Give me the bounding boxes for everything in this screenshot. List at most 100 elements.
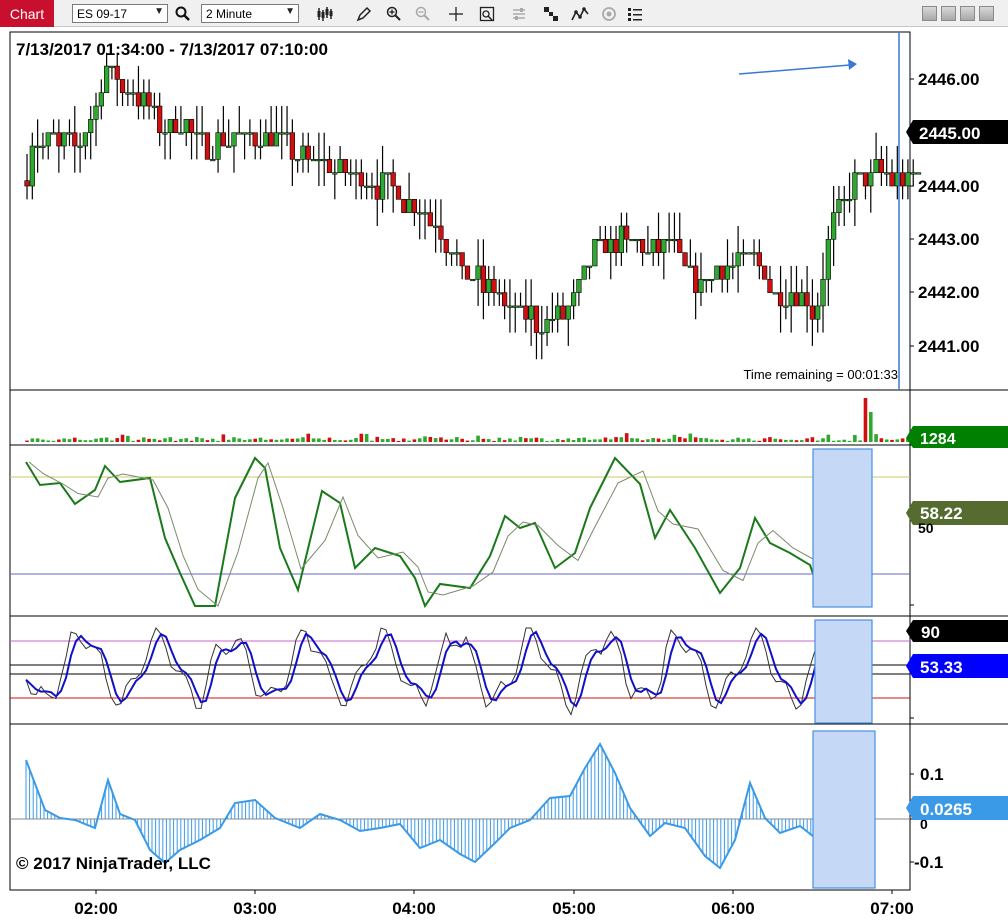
volume-bar — [752, 440, 756, 442]
chart-area[interactable]: 7/13/2017 01:34:00 - 7/13/2017 07:10:00 … — [0, 28, 1008, 922]
price-bar-body — [878, 159, 884, 173]
time-axis[interactable]: 02:00 03:00 04:00 05:00 06:00 07:00 — [74, 890, 914, 918]
price-bar-body — [146, 92, 152, 107]
highlight-box[interactable] — [814, 619, 873, 724]
price-bar-body — [831, 212, 837, 240]
price-bar-body — [433, 225, 439, 228]
price-bar-body — [194, 132, 200, 135]
price-bar-body — [724, 265, 731, 280]
zoom-out-icon[interactable] — [412, 3, 434, 25]
price-tick: 2441.00 — [918, 337, 979, 356]
pencil-icon[interactable] — [353, 3, 375, 25]
price-bar-body — [687, 265, 693, 268]
window-button-1[interactable] — [922, 6, 937, 21]
properties-icon[interactable] — [508, 3, 530, 25]
volume-bar — [879, 438, 884, 442]
volume-bar — [163, 438, 167, 442]
price-bar-body — [714, 265, 720, 280]
volume-bar — [401, 438, 406, 442]
price-bar-body — [539, 332, 545, 335]
volume-bar — [311, 438, 316, 442]
strategies-icon[interactable] — [540, 3, 562, 25]
rsi-marker: 58.22 50 — [906, 501, 1008, 606]
highlight-box[interactable] — [812, 448, 873, 608]
price-tick: 2444.00 — [918, 177, 979, 196]
price-bar-body — [300, 145, 306, 160]
price-bar-body — [295, 159, 301, 162]
price-bar-body — [305, 145, 311, 160]
highlight-box[interactable] — [812, 730, 876, 889]
indicators-icon[interactable] — [569, 3, 591, 25]
volume-value-label: 1284 — [920, 431, 956, 448]
price-bar-body — [178, 132, 184, 135]
volume-bar — [720, 439, 724, 442]
price-bar-body — [868, 172, 874, 187]
volume-bar — [821, 438, 825, 442]
volume-bar — [338, 440, 342, 442]
search-icon[interactable] — [172, 3, 194, 25]
crosshair-icon[interactable] — [445, 3, 467, 25]
volume-bar — [534, 437, 539, 442]
volume-bar — [195, 437, 199, 442]
price-bar-body — [517, 305, 524, 308]
volume-bar — [587, 439, 592, 442]
volume-bar — [179, 438, 183, 442]
price-bar-body — [783, 305, 789, 308]
volume-bar — [248, 439, 252, 442]
volume-bar — [492, 440, 496, 442]
volume-bar — [412, 439, 417, 442]
reload-icon[interactable] — [598, 3, 620, 25]
volume-bar — [333, 440, 337, 442]
volume-bar — [269, 439, 273, 442]
price-bar-body — [608, 239, 614, 253]
price-bar-body — [677, 239, 683, 253]
minimize-button[interactable] — [941, 6, 956, 21]
volume-bar — [725, 440, 730, 442]
bar-type-icon[interactable] — [314, 3, 336, 25]
zoom-in-icon[interactable] — [383, 3, 405, 25]
close-button[interactable] — [979, 6, 994, 21]
price-bar-body — [682, 252, 688, 267]
volume-bar — [78, 439, 82, 442]
volume-bar — [699, 437, 703, 442]
price-bar-body — [756, 252, 762, 267]
price-bar-body — [364, 185, 370, 188]
volume-bar — [407, 440, 411, 442]
price-bar-body — [135, 92, 142, 107]
volume-bar — [555, 438, 560, 442]
volume-bar — [550, 440, 555, 442]
volume-bar — [630, 438, 634, 442]
volume-bar — [184, 438, 189, 442]
volume-bar — [173, 440, 178, 442]
volume-bar — [46, 440, 51, 442]
interval-selector[interactable]: 2 Minute ▼ — [201, 4, 299, 23]
volume-bar — [593, 439, 597, 442]
volume-bar — [651, 438, 656, 442]
volume-bar — [449, 439, 454, 442]
price-bar-body — [358, 172, 364, 187]
maximize-button[interactable] — [960, 6, 975, 21]
chart-tab[interactable]: Chart — [0, 0, 54, 27]
instrument-selector[interactable]: ES 09-17 ▼ — [72, 4, 168, 23]
price-bar-body — [560, 305, 566, 320]
price-bar-body — [751, 252, 757, 255]
price-bar-body — [241, 132, 248, 135]
copyright-label: © 2017 NinjaTrader, LLC — [16, 854, 211, 873]
price-bar-body — [454, 252, 460, 255]
price-bar-body — [512, 305, 518, 308]
volume-bar — [672, 434, 677, 442]
chart-canvas[interactable]: 7/13/2017 01:34:00 - 7/13/2017 07:10:00 … — [0, 28, 1008, 922]
price-bar-body — [581, 265, 587, 280]
price-bar-body — [857, 172, 863, 175]
volume-bar — [513, 440, 518, 442]
volume-bar — [359, 433, 364, 442]
volume-bar — [210, 438, 215, 442]
volume-bar — [884, 439, 889, 442]
list-icon[interactable] — [624, 3, 646, 25]
price-bar-body — [586, 265, 593, 268]
rsi-tick: 50 — [918, 520, 934, 536]
volume-bar — [656, 438, 661, 442]
data-box-icon[interactable] — [476, 3, 498, 25]
volume-bar — [301, 437, 305, 442]
price-bar-body — [480, 265, 486, 293]
